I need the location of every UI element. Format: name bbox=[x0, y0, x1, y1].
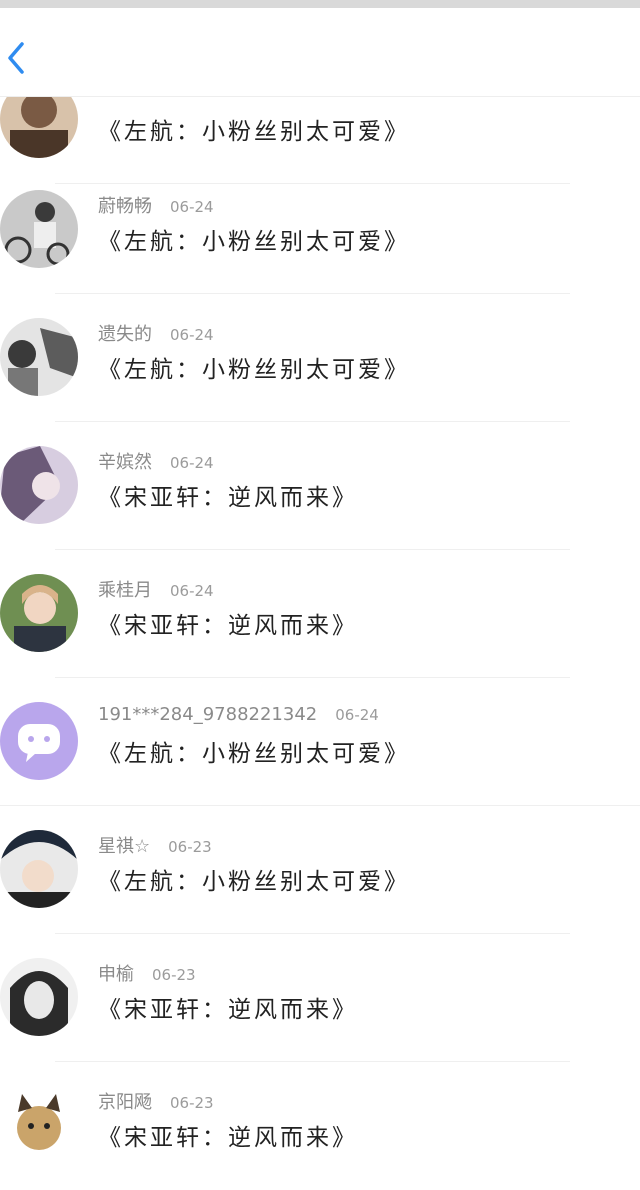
comment-date: 06-24 bbox=[170, 582, 214, 600]
comment-date: 06-23 bbox=[168, 838, 212, 856]
list-item[interactable]: 遗失的 06-24 《左航：小粉丝别太可爱》 bbox=[0, 294, 640, 422]
avatar-image bbox=[0, 190, 78, 268]
status-strip bbox=[0, 0, 640, 8]
avatar[interactable] bbox=[0, 446, 78, 524]
avatar[interactable] bbox=[0, 318, 78, 396]
username-text: 星祺☆ bbox=[98, 836, 151, 857]
comment-date: 06-23 bbox=[152, 966, 196, 984]
comment-text: 《宋亚轩：逆风而来》 bbox=[98, 1125, 358, 1151]
username-text: 遗失的 bbox=[98, 324, 152, 345]
avatar-image bbox=[0, 830, 78, 908]
back-button[interactable] bbox=[2, 38, 32, 78]
username-text: 辛嫔然 bbox=[98, 452, 152, 473]
avatar-image bbox=[0, 1086, 78, 1164]
list-item[interactable]: 191***284_9788221342 06-24 《左航：小粉丝别太可爱》 bbox=[0, 678, 640, 806]
avatar-image bbox=[0, 574, 78, 652]
comment-username: 申榆 06-23 bbox=[98, 960, 196, 986]
comment-username: 星祺☆ 06-23 bbox=[98, 832, 212, 858]
avatar-image bbox=[0, 318, 78, 396]
comment-text: 《左航：小粉丝别太可爱》 bbox=[98, 741, 410, 767]
username-text: 京阳飏 bbox=[98, 1092, 152, 1113]
comment-username: 辛嫔然 06-24 bbox=[98, 448, 214, 474]
comment-username: 蔚畅畅 06-24 bbox=[98, 192, 214, 218]
comment-username: 京阳飏 06-23 bbox=[98, 1088, 214, 1114]
avatar-image bbox=[0, 446, 78, 524]
chevron-left-icon bbox=[8, 42, 24, 74]
comment-text: 《宋亚轩：逆风而来》 bbox=[98, 485, 358, 511]
avatar[interactable] bbox=[0, 190, 78, 268]
username-text: 申榆 bbox=[98, 964, 134, 985]
comment-text: 《左航：小粉丝别太可爱》 bbox=[98, 119, 410, 145]
comment-username: 乘桂月 06-24 bbox=[98, 576, 214, 602]
avatar[interactable] bbox=[0, 702, 78, 780]
default-avatar-icon bbox=[0, 702, 78, 780]
avatar-image bbox=[0, 958, 78, 1036]
list-item[interactable]: 辛嫔然 06-24 《宋亚轩：逆风而来》 bbox=[0, 422, 640, 550]
comment-text: 《左航：小粉丝别太可爱》 bbox=[98, 869, 410, 895]
comment-date: 06-24 bbox=[170, 326, 214, 344]
comment-date: 06-23 bbox=[170, 1094, 214, 1112]
comment-text: 《宋亚轩：逆风而来》 bbox=[98, 997, 358, 1023]
comment-text: 《宋亚轩：逆风而来》 bbox=[98, 613, 358, 639]
list-item[interactable]: 星祺☆ 06-23 《左航：小粉丝别太可爱》 bbox=[0, 806, 640, 934]
top-nav-bar bbox=[0, 8, 640, 97]
avatar[interactable] bbox=[0, 574, 78, 652]
username-text: 蔚畅畅 bbox=[98, 196, 152, 217]
comment-text: 《左航：小粉丝别太可爱》 bbox=[98, 229, 410, 255]
username-text: 乘桂月 bbox=[98, 580, 152, 601]
comment-date: 06-24 bbox=[335, 706, 379, 724]
list-item[interactable]: 乘桂月 06-24 《宋亚轩：逆风而来》 bbox=[0, 550, 640, 678]
comment-date: 06-24 bbox=[170, 454, 214, 472]
comment-date: 06-24 bbox=[170, 198, 214, 216]
avatar[interactable] bbox=[0, 830, 78, 908]
avatar[interactable] bbox=[0, 958, 78, 1036]
list-item[interactable]: 申榆 06-23 《宋亚轩：逆风而来》 bbox=[0, 934, 640, 1062]
comment-username: 191***284_9788221342 06-24 bbox=[98, 704, 379, 725]
username-text: 191***284_9788221342 bbox=[98, 704, 318, 725]
comment-username: 遗失的 06-24 bbox=[98, 320, 214, 346]
avatar[interactable] bbox=[0, 1086, 78, 1164]
list-item[interactable]: 京阳飏 06-23 《宋亚轩：逆风而来》 bbox=[0, 1062, 640, 1190]
list-item[interactable]: 蔚畅畅 06-24 《左航：小粉丝别太可爱》 bbox=[0, 166, 640, 294]
comment-text: 《左航：小粉丝别太可爱》 bbox=[98, 357, 410, 383]
